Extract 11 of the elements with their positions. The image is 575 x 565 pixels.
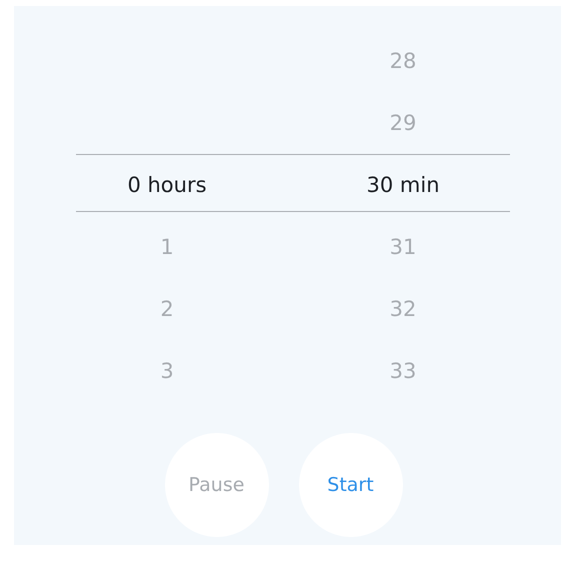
- picker-option[interactable]: 32: [390, 297, 416, 321]
- picker-option[interactable]: 30 min: [366, 173, 440, 197]
- picker-option[interactable]: 33: [390, 359, 416, 383]
- picker-option[interactable]: 2: [160, 297, 174, 321]
- picker-option[interactable]: 28: [390, 49, 416, 73]
- timer-button[interactable]: Start: [298, 433, 402, 537]
- picker-option[interactable]: 0 hours: [127, 173, 207, 197]
- picker-option[interactable]: 29: [390, 111, 416, 135]
- picker-option[interactable]: 3: [160, 359, 174, 383]
- picker-option[interactable]: 1: [160, 235, 174, 259]
- picker-option[interactable]: 31: [390, 235, 416, 259]
